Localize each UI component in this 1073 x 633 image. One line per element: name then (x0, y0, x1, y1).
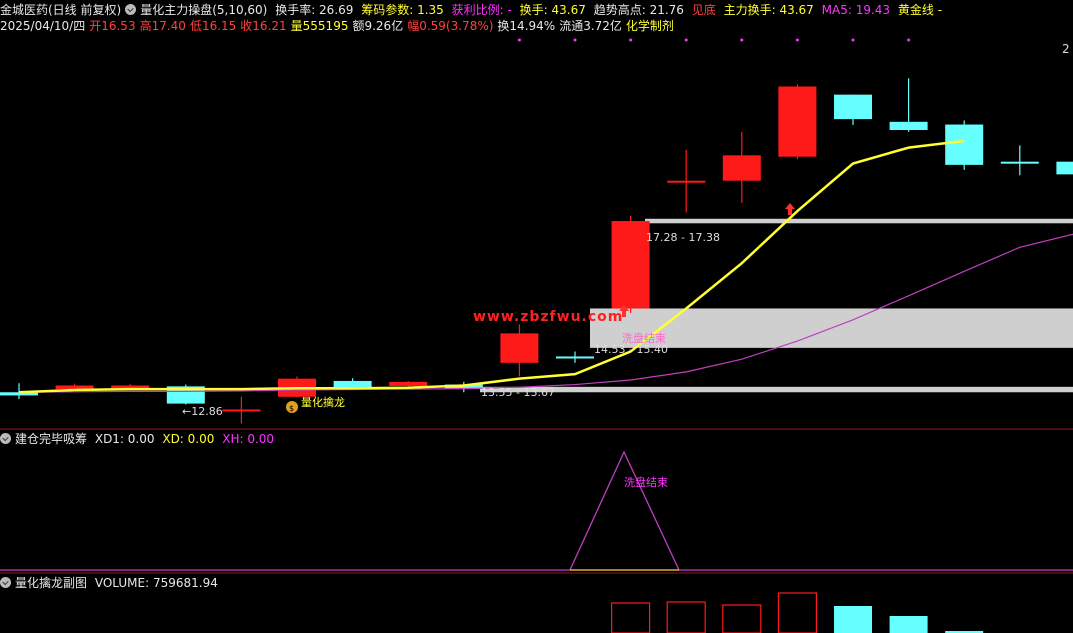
xd-value: XD: 0.00 (162, 432, 215, 446)
marker-dot (795, 38, 799, 42)
marker-dot (851, 38, 855, 42)
marker-dot (907, 38, 911, 42)
candle-body (667, 180, 706, 183)
volume-bar-down (889, 616, 928, 633)
candle-body (778, 86, 817, 157)
marker-dot (684, 38, 688, 42)
candle-body (945, 124, 984, 165)
candle-body (333, 380, 372, 388)
candle-wicks (18, 78, 1021, 424)
panel2-wash-label: 洗盘结束 (624, 476, 668, 489)
wash-triangle (569, 450, 680, 571)
marker-dot (573, 38, 577, 42)
ma-yellow-line (18, 139, 965, 394)
candle-body (611, 221, 650, 309)
candle-body (722, 155, 761, 181)
price-zone (480, 386, 1073, 393)
panel2-title[interactable]: 建仓完毕吸筹 (15, 432, 87, 446)
volume-bar-up (666, 601, 706, 633)
candle-body (556, 356, 594, 359)
qinglong-label: 量化擒龙 (301, 396, 345, 409)
watermark: www.zbzfwu.com (473, 309, 624, 325)
svg-text:$: $ (289, 404, 294, 413)
candle-body (500, 333, 539, 363)
low-mark-label: ←12.86 (182, 405, 223, 418)
volume-bar-down (834, 606, 872, 633)
panel3-toggle-icon[interactable] (0, 577, 11, 588)
volume-value: VOLUME: 759681.94 (94, 576, 218, 590)
price-zones (480, 218, 1073, 393)
zone-top-label: 17.28 - 17.38 (646, 231, 720, 244)
panel2-toggle-icon[interactable] (0, 433, 11, 444)
panel3-title[interactable]: 量化擒龙副图 (15, 576, 87, 590)
marker-dot (517, 38, 521, 42)
volume-bars (610, 592, 984, 633)
zone-low-label: 13.55 - 13.67 (481, 386, 555, 399)
price-zone (645, 218, 1073, 224)
candle-body (389, 381, 428, 386)
top-markers (517, 38, 911, 42)
volume-bar-up (722, 604, 762, 633)
panel2-header: 建仓完毕吸筹 XD1: 0.00 XD: 0.00 XH: 0.00 (0, 431, 278, 447)
candle-bodies (0, 86, 1073, 412)
volume-bar-up (777, 592, 818, 633)
candle-body (1056, 161, 1073, 175)
candle-body (111, 385, 150, 389)
candle-body (1000, 161, 1039, 164)
candle-body (834, 94, 872, 120)
xd1-value: XD1: 0.00 (94, 432, 155, 446)
wash-end-label: 洗盘结束 (622, 332, 666, 345)
panel3-header: 量化擒龙副图 VOLUME: 759681.94 (0, 575, 222, 591)
marker-dot (740, 38, 744, 42)
xh-value: XH: 0.00 (222, 432, 275, 446)
candle-body (889, 121, 928, 130)
marker-dot (629, 38, 633, 42)
volume-bar-up (610, 602, 651, 633)
candle-body (222, 409, 261, 412)
